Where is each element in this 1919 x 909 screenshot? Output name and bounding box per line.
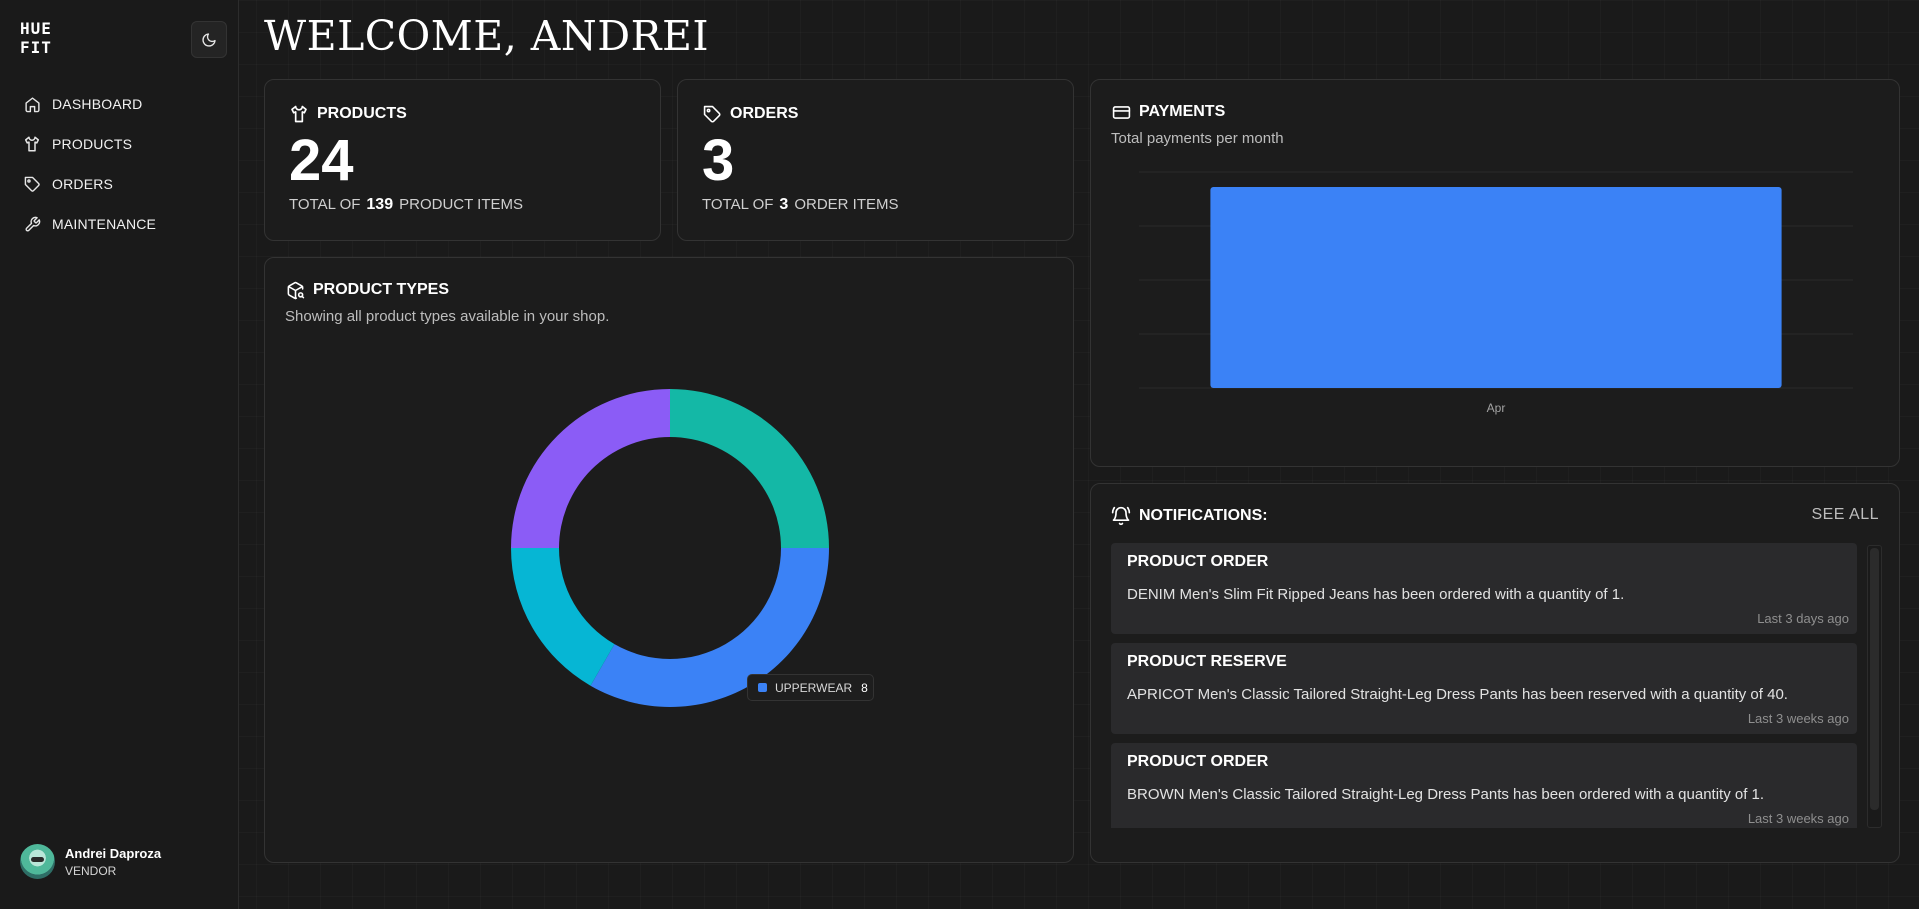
home-icon [22,94,42,114]
user-role: VENDOR [65,863,117,878]
theme-toggle-button[interactable] [191,21,227,58]
products-card-title: PRODUCTS [317,105,407,122]
sidebar-item-dashboard[interactable]: DASHBOARD [0,84,239,124]
products-sub-value: 139 [366,196,394,213]
wrench-icon [22,214,42,234]
shirt-icon [289,104,309,124]
orders-sub-value: 3 [779,196,789,213]
products-card: PRODUCTS 24 TOTAL OF 139 PRODUCT ITEMS [264,79,661,241]
orders-card: ORDERS 3 TOTAL OF 3 ORDER ITEMS [677,79,1074,241]
sidebar-item-label: DASHBOARD [52,96,143,112]
products-count: 24 [289,128,354,193]
sidebar-item-products[interactable]: PRODUCTS [0,124,239,164]
sidebar-item-label: PRODUCTS [52,136,133,152]
orders-subtitle: TOTAL OF 3 ORDER ITEMS [702,196,1049,214]
product-types-description: Showing all product types available in y… [285,308,610,325]
notification-title: PRODUCT ORDER [1127,753,1269,770]
product-types-card: PRODUCT TYPES Showing all product types … [264,257,1074,863]
tooltip-value: 8 [861,680,868,695]
sidebar-item-orders[interactable]: ORDERS [0,164,239,204]
notifications-card: NOTIFICATIONS: SEE ALL PRODUCT ORDER DEN… [1090,483,1900,863]
notification-item[interactable]: PRODUCT RESERVE APRICOT Men's Classic Ta… [1111,643,1857,734]
sidebar-item-label: MAINTENANCE [52,216,157,232]
user-name: Andrei Daproza [65,845,162,861]
notification-title: PRODUCT ORDER [1127,553,1269,570]
user-profile[interactable]: Andrei Daproza VENDOR [20,844,161,879]
logo-line-1: HUE [20,19,52,38]
sidebar-nav: DASHBOARD PRODUCTS ORDERS MAINTENANCE [0,84,239,244]
tag-icon [702,104,722,124]
notification-body: APRICOT Men's Classic Tailored Straight-… [1127,686,1788,703]
credit-card-icon [1111,102,1131,122]
notification-body: BROWN Men's Classic Tailored Straight-Le… [1127,786,1765,803]
sidebar: HUE FIT DASHBOARD PRODUCTS ORDERS MAINTE… [0,0,239,909]
sidebar-item-maintenance[interactable]: MAINTENANCE [0,204,239,244]
notification-title: PRODUCT RESERVE [1127,653,1287,670]
scrollbar-thumb[interactable] [1870,548,1879,810]
notification-item[interactable]: PRODUCT ORDER DENIM Men's Slim Fit Rippe… [1111,543,1857,634]
x-tick-label: Apr [1487,401,1506,415]
sidebar-item-label: ORDERS [52,176,114,192]
donut-slice-2[interactable] [511,548,615,686]
product-types-donut-chart [511,389,829,707]
notification-body: DENIM Men's Slim Fit Ripped Jeans has be… [1127,586,1625,603]
notification-list[interactable]: PRODUCT ORDER DENIM Men's Slim Fit Rippe… [1111,543,1857,828]
tooltip-label: UPPERWEAR [775,680,853,695]
notification-item[interactable]: PRODUCT ORDER BROWN Men's Classic Tailor… [1111,743,1857,828]
orders-sub-prefix: TOTAL OF [702,196,774,213]
notification-time: Last 3 weeks ago [1747,711,1849,726]
payments-title: PAYMENTS [1139,103,1226,120]
donut-slice-0[interactable] [670,389,829,548]
orders-card-title: ORDERS [730,105,799,122]
orders-count: 3 [702,128,735,193]
shirt-icon [22,134,42,154]
products-sub-prefix: TOTAL OF [289,196,361,213]
bell-icon [1111,506,1131,526]
see-all-link[interactable]: SEE ALL [1811,506,1879,524]
products-sub-suffix: PRODUCT ITEMS [399,196,524,213]
notification-time: Last 3 weeks ago [1747,811,1849,826]
logo[interactable]: HUE FIT [20,19,54,59]
tooltip-swatch [758,683,767,692]
product-types-title: PRODUCT TYPES [313,281,450,298]
payments-bar-chart: Apr [1139,171,1853,415]
payments-bar-apr[interactable] [1210,187,1782,388]
moon-icon [202,32,216,47]
donut-slice-3[interactable] [511,389,670,548]
package-search-icon [285,280,305,300]
notifications-scrollbar[interactable] [1867,545,1882,828]
page-title: WELCOME, ANDREI [264,12,710,60]
logo-line-2: FIT [20,38,52,57]
notifications-title: NOTIFICATIONS: [1139,507,1268,524]
payments-description: Total payments per month [1111,130,1284,147]
payments-card: PAYMENTS Total payments per month Apr [1090,79,1900,467]
chart-tooltip: UPPERWEAR 8 [747,674,874,701]
avatar [20,844,55,879]
products-subtitle: TOTAL OF 139 PRODUCT ITEMS [289,196,636,214]
orders-sub-suffix: ORDER ITEMS [794,196,899,213]
notification-time: Last 3 days ago [1757,611,1849,626]
tag-icon [22,174,42,194]
